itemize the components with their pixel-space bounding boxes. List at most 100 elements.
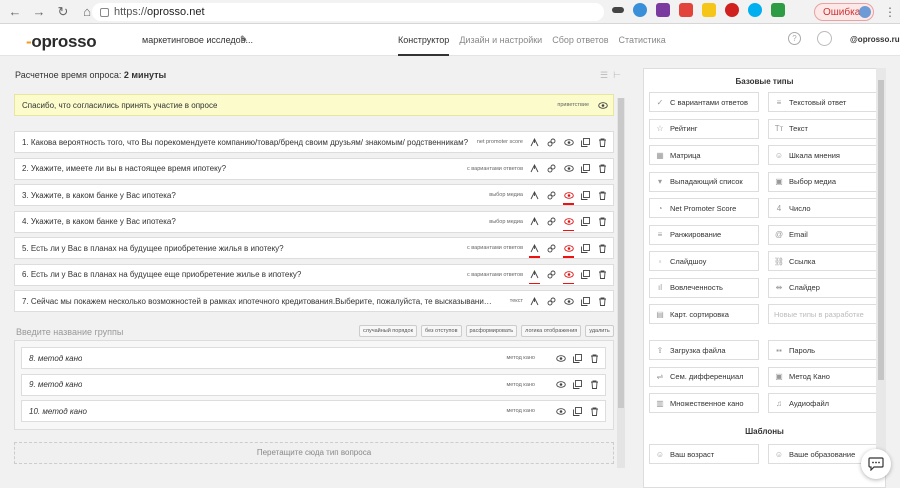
link-icon[interactable] — [547, 270, 556, 279]
extension-globe-icon[interactable] — [633, 3, 647, 17]
skype-icon[interactable] — [748, 3, 762, 17]
copy-icon[interactable] — [581, 137, 590, 147]
eye-icon[interactable] — [556, 407, 566, 416]
survey-name[interactable]: маркетинговое исследов... — [142, 35, 253, 45]
eye-icon[interactable] — [556, 354, 566, 363]
group-question-row[interactable]: 8. метод кано метод кано — [21, 347, 606, 369]
address-bar[interactable]: https://oprosso.net — [92, 3, 604, 21]
logic-icon[interactable] — [530, 216, 539, 226]
greeting-row[interactable]: Спасибо, что согласились принять участие… — [14, 94, 614, 116]
eye-icon[interactable] — [564, 297, 574, 306]
link-icon[interactable] — [547, 244, 556, 253]
logic-icon[interactable] — [530, 163, 539, 173]
eye-icon[interactable] — [564, 164, 574, 173]
trash-icon[interactable] — [598, 164, 607, 173]
extension-red-icon[interactable] — [679, 3, 693, 17]
question-row[interactable]: 5. Есть ли у Вас в планах на будущее при… — [14, 237, 614, 259]
trash-icon[interactable] — [590, 354, 599, 363]
question-type-tile[interactable]: ≡ Ранжирование — [649, 224, 759, 245]
eye-icon[interactable] — [563, 217, 574, 231]
question-type-tile[interactable]: ◔ Net Promoter Score — [649, 198, 759, 218]
help-icon[interactable]: ? — [788, 32, 801, 45]
copy-icon[interactable] — [581, 190, 590, 200]
logic-icon[interactable] — [529, 243, 540, 258]
list-view-icons[interactable]: ☰ ⊢ — [600, 70, 621, 81]
left-scrollbar-thumb[interactable] — [618, 98, 624, 408]
copy-icon[interactable] — [573, 380, 582, 389]
trash-icon[interactable] — [598, 138, 607, 147]
user-email[interactable]: @oprosso.ru — [850, 35, 900, 44]
question-type-tile[interactable]: ♫ Аудиофайл — [768, 393, 878, 413]
tab-statistics[interactable]: Статистика — [619, 35, 666, 56]
group-question-row[interactable]: 10. метод кано метод кано — [21, 400, 606, 422]
question-type-tile[interactable]: ▾ Выпадающий список — [649, 171, 759, 192]
question-row[interactable]: 1. Какова вероятность того, что Вы порек… — [14, 131, 614, 153]
question-type-tile[interactable]: ▤ Карт. сортировка — [649, 304, 759, 324]
link-icon[interactable] — [547, 164, 556, 173]
forward-icon[interactable]: → — [30, 3, 48, 21]
question-type-tile[interactable]: 4 Число — [768, 198, 878, 218]
copy-icon[interactable] — [581, 270, 590, 279]
key-icon[interactable] — [612, 7, 624, 13]
copy-icon[interactable] — [573, 406, 582, 416]
trash-icon[interactable] — [598, 191, 607, 200]
question-type-tile[interactable]: ⛓ Ссылка — [768, 251, 878, 271]
eye-icon[interactable] — [563, 191, 574, 205]
chat-icon[interactable] — [861, 449, 891, 479]
question-row[interactable]: 7. Сейчас мы покажем несколько возможнос… — [14, 290, 614, 312]
group-question-row[interactable]: 9. метод кано метод кано — [21, 373, 606, 396]
link-icon[interactable] — [547, 138, 556, 147]
question-type-tile[interactable]: ⇪ Загрузка файла — [649, 340, 759, 360]
tab-responses[interactable]: Сбор ответов — [552, 35, 608, 56]
tab-constructor[interactable]: Конструктор — [398, 35, 450, 56]
question-type-tile[interactable]: ▥ Множественное кано — [649, 393, 759, 413]
trash-icon[interactable] — [590, 407, 599, 416]
left-scrollbar[interactable] — [617, 98, 625, 468]
logic-icon[interactable] — [529, 269, 540, 284]
question-row[interactable]: 4. Укажите, в каком банке у Вас ипотека?… — [14, 210, 614, 233]
right-scrollbar[interactable] — [876, 68, 886, 468]
question-type-tile[interactable]: ⇌ Сем. дифференциал — [649, 366, 759, 387]
extension-badge-icon[interactable] — [656, 3, 670, 17]
question-type-tile[interactable]: ≡ Текстовый ответ — [768, 92, 878, 112]
browser-menu-icon[interactable]: ⋮ — [884, 5, 896, 19]
drop-zone[interactable]: Перетащите сюда тип вопроса — [14, 442, 614, 464]
opera-icon[interactable] — [725, 3, 739, 17]
copy-icon[interactable] — [581, 217, 590, 226]
edit-pencil-icon[interactable]: ✎ — [240, 34, 248, 45]
trash-icon[interactable] — [598, 244, 607, 253]
link-icon[interactable] — [547, 191, 556, 200]
question-row[interactable]: 2. Укажите, имеете ли вы в настоящее вре… — [14, 157, 614, 180]
reload-icon[interactable]: ↻ — [54, 3, 72, 21]
question-row[interactable]: 3. Укажите, в каком банке у Вас ипотека?… — [14, 184, 614, 206]
group-name-input[interactable]: Введите название группы — [16, 327, 123, 337]
copy-icon[interactable] — [581, 164, 590, 173]
trash-icon[interactable] — [598, 217, 607, 226]
tab-design[interactable]: Дизайн и настройки — [459, 35, 542, 56]
question-type-tile[interactable]: Tт Текст — [768, 118, 878, 139]
link-icon[interactable] — [547, 297, 556, 306]
right-scrollbar-thumb[interactable] — [878, 80, 884, 380]
eye-icon[interactable] — [563, 244, 574, 258]
question-type-tile[interactable]: ☆ Рейтинг — [649, 118, 759, 139]
question-type-tile[interactable]: @ Email — [768, 224, 878, 245]
profile-error-button[interactable]: Ошибка — [814, 3, 874, 21]
no-indent-button[interactable]: без отступов — [420, 325, 462, 337]
question-row[interactable]: 6. Есть ли у Вас в планах на будущее еще… — [14, 263, 614, 286]
eye-icon[interactable] — [563, 270, 574, 284]
extension-green-icon[interactable] — [771, 3, 785, 17]
question-type-tile[interactable]: ⇹ Слайдер — [768, 277, 878, 298]
question-type-tile[interactable]: ▪▪ Пароль — [768, 340, 878, 360]
extension-search-icon[interactable] — [702, 3, 716, 17]
eye-icon[interactable] — [598, 101, 608, 110]
question-type-tile[interactable]: ▣ Метод Кано — [768, 366, 878, 387]
copy-icon[interactable] — [573, 353, 582, 363]
trash-icon[interactable] — [598, 270, 607, 279]
question-type-tile[interactable]: ◦ Слайдшоу — [649, 251, 759, 271]
question-type-tile[interactable]: ▦ Матрица — [649, 145, 759, 165]
user-avatar-icon[interactable] — [817, 31, 832, 46]
link-icon[interactable] — [547, 217, 556, 226]
eye-icon[interactable] — [556, 380, 566, 389]
back-icon[interactable]: ← — [6, 3, 24, 21]
logic-icon[interactable] — [530, 296, 539, 306]
